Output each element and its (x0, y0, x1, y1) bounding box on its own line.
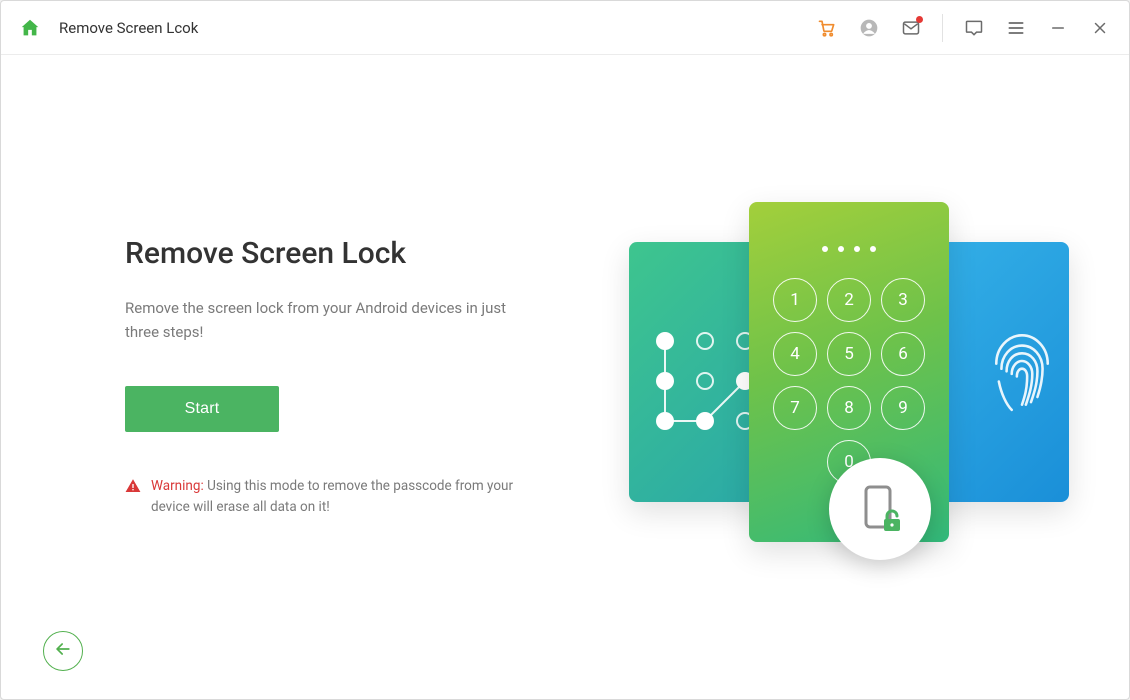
key-4: 4 (773, 332, 817, 376)
page-description: Remove the screen lock from your Android… (125, 297, 525, 344)
warning-icon (125, 478, 141, 518)
key-3: 3 (881, 278, 925, 322)
key-2: 2 (827, 278, 871, 322)
cart-icon[interactable] (816, 17, 838, 39)
unlock-badge (829, 458, 931, 560)
key-7: 7 (773, 386, 817, 430)
key-5: 5 (827, 332, 871, 376)
home-icon[interactable] (19, 17, 41, 39)
pattern-lock-icon (654, 330, 754, 430)
warning-text: Using this mode to remove the passcode f… (151, 478, 513, 515)
feedback-icon[interactable] (963, 17, 985, 39)
warning-notice: Warning: Using this mode to remove the p… (125, 476, 555, 518)
titlebar-divider (942, 14, 943, 42)
key-1: 1 (773, 278, 817, 322)
main-content: Remove Screen Lock Remove the screen loc… (1, 55, 1129, 699)
minimize-icon[interactable] (1047, 17, 1069, 39)
key-8: 8 (827, 386, 871, 430)
key-6: 6 (881, 332, 925, 376)
menu-icon[interactable] (1005, 17, 1027, 39)
left-panel: Remove Screen Lock Remove the screen loc… (125, 236, 565, 517)
pin-dots-icon (822, 246, 876, 252)
warning-text-wrap: Warning: Using this mode to remove the p… (151, 476, 555, 518)
titlebar-right (816, 14, 1111, 42)
phone-unlock-icon (852, 479, 908, 539)
pin-card: 1 2 3 4 5 6 7 8 9 0 (749, 202, 949, 542)
page-heading: Remove Screen Lock (125, 236, 565, 271)
arrow-left-icon (53, 639, 73, 663)
keypad-icon: 1 2 3 4 5 6 7 8 9 0 (773, 278, 925, 484)
fingerprint-icon (983, 325, 1061, 419)
titlebar-left: Remove Screen Lcok (19, 17, 198, 39)
mail-icon[interactable] (900, 17, 922, 39)
user-icon[interactable] (858, 17, 880, 39)
titlebar: Remove Screen Lcok (1, 1, 1129, 55)
start-button[interactable]: Start (125, 386, 279, 432)
notification-dot-icon (916, 16, 923, 23)
window-title: Remove Screen Lcok (59, 19, 198, 37)
back-button[interactable] (43, 631, 83, 671)
key-9: 9 (881, 386, 925, 430)
warning-label: Warning: (151, 478, 204, 494)
app-window: Remove Screen Lcok (0, 0, 1130, 700)
close-icon[interactable] (1089, 17, 1111, 39)
illustration: 1 2 3 4 5 6 7 8 9 0 (629, 202, 1069, 552)
